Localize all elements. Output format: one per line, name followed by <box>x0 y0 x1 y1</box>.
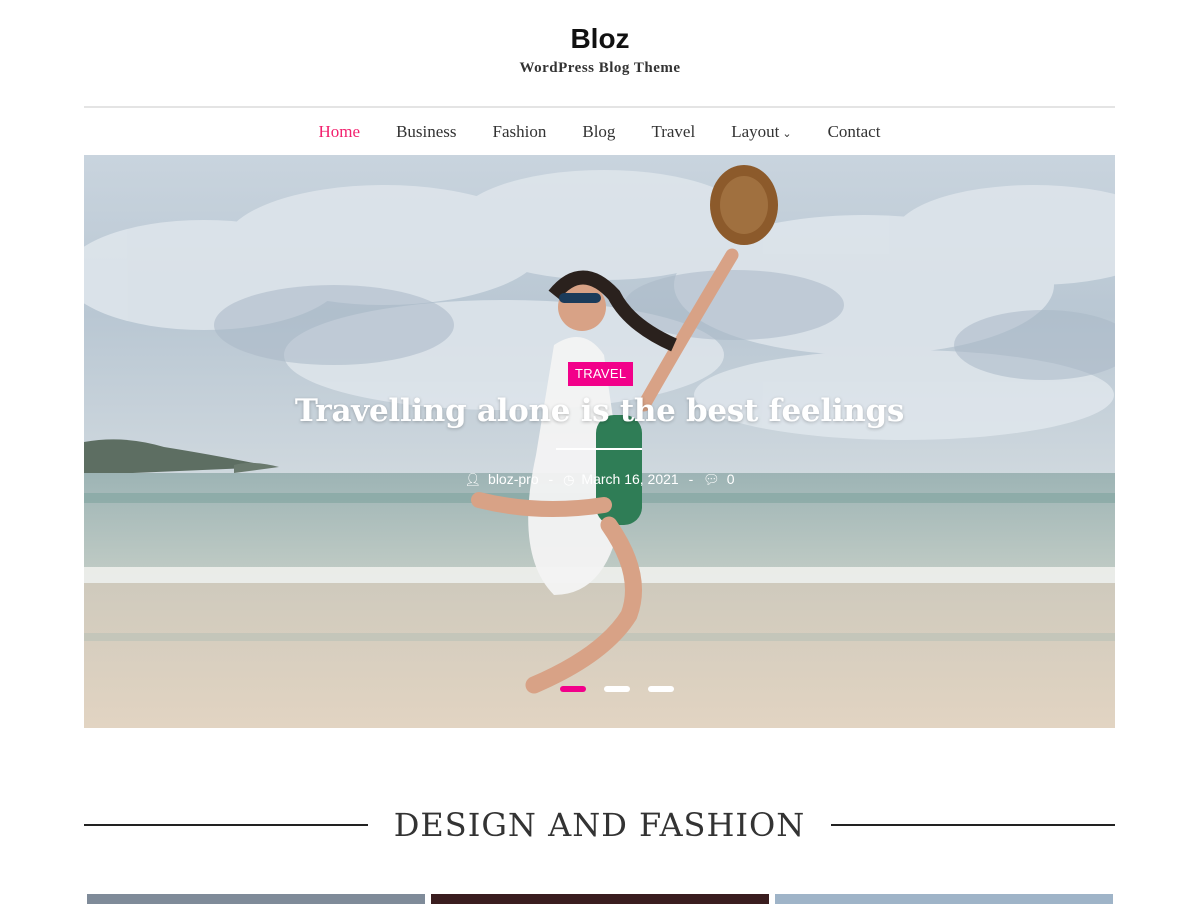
category-badge[interactable]: TRAVEL <box>568 362 634 386</box>
nav-item-travel[interactable]: Travel <box>651 122 695 142</box>
chevron-down-icon: ⌄ <box>782 127 792 140</box>
main-navigation: Home Business Fashion Blog Travel Layout… <box>84 106 1115 156</box>
hero-post-title[interactable]: Travelling alone is the best feelings <box>84 393 1115 429</box>
meta-separator: - <box>688 471 694 487</box>
nav-item-fashion[interactable]: Fashion <box>493 122 547 142</box>
section-title: DESIGN AND FASHION <box>393 806 806 844</box>
nav-item-blog[interactable]: Blog <box>582 122 615 142</box>
nav-item-label: Contact <box>827 122 881 141</box>
nav-menu: Home Business Fashion Blog Travel Layout… <box>84 108 1115 156</box>
heading-line-left <box>84 824 368 826</box>
user-icon: 👤︎ <box>464 472 482 487</box>
post-thumbnail[interactable] <box>87 894 425 904</box>
hero-slider: TRAVEL Travelling alone is the best feel… <box>84 155 1115 728</box>
hero-overlay: TRAVEL Travelling alone is the best feel… <box>84 155 1115 728</box>
nav-item-layout[interactable]: Layout ⌄ <box>731 122 791 142</box>
slider-dot-2[interactable] <box>604 686 630 692</box>
post-thumbnails <box>87 894 1113 904</box>
post-date[interactable]: March 16, 2021 <box>581 471 678 487</box>
post-thumbnail[interactable] <box>431 894 769 904</box>
nav-item-label: Business <box>396 122 457 141</box>
slider-dot-1[interactable] <box>560 686 586 692</box>
nav-item-label: Home <box>318 122 361 141</box>
nav-item-label: Fashion <box>492 122 547 141</box>
site-header: Bloz WordPress Blog Theme <box>0 0 1200 77</box>
slider-dot-3[interactable] <box>648 686 674 692</box>
slider-pagination <box>560 686 674 692</box>
nav-item-label: Layout <box>731 122 780 141</box>
nav-item-label: Travel <box>651 122 696 141</box>
heading-line-right <box>831 824 1116 826</box>
section-heading: DESIGN AND FASHION <box>84 800 1116 850</box>
post-thumbnail[interactable] <box>775 894 1113 904</box>
comments-icon: 💬︎ <box>703 472 720 487</box>
site-title[interactable]: Bloz <box>0 22 1200 56</box>
nav-item-label: Blog <box>582 122 616 141</box>
nav-item-business[interactable]: Business <box>396 122 456 142</box>
meta-separator: - <box>548 471 554 487</box>
clock-icon: ◷ <box>563 472 575 487</box>
title-divider <box>556 448 642 450</box>
comment-count[interactable]: 0 <box>727 471 735 487</box>
post-author[interactable]: bloz-pro <box>488 471 539 487</box>
post-meta: 👤︎ bloz-pro - ◷ March 16, 2021 - 💬︎ 0 <box>84 471 1115 488</box>
nav-item-contact[interactable]: Contact <box>828 122 881 142</box>
nav-item-home[interactable]: Home <box>319 122 361 142</box>
site-tagline: WordPress Blog Theme <box>519 60 681 76</box>
